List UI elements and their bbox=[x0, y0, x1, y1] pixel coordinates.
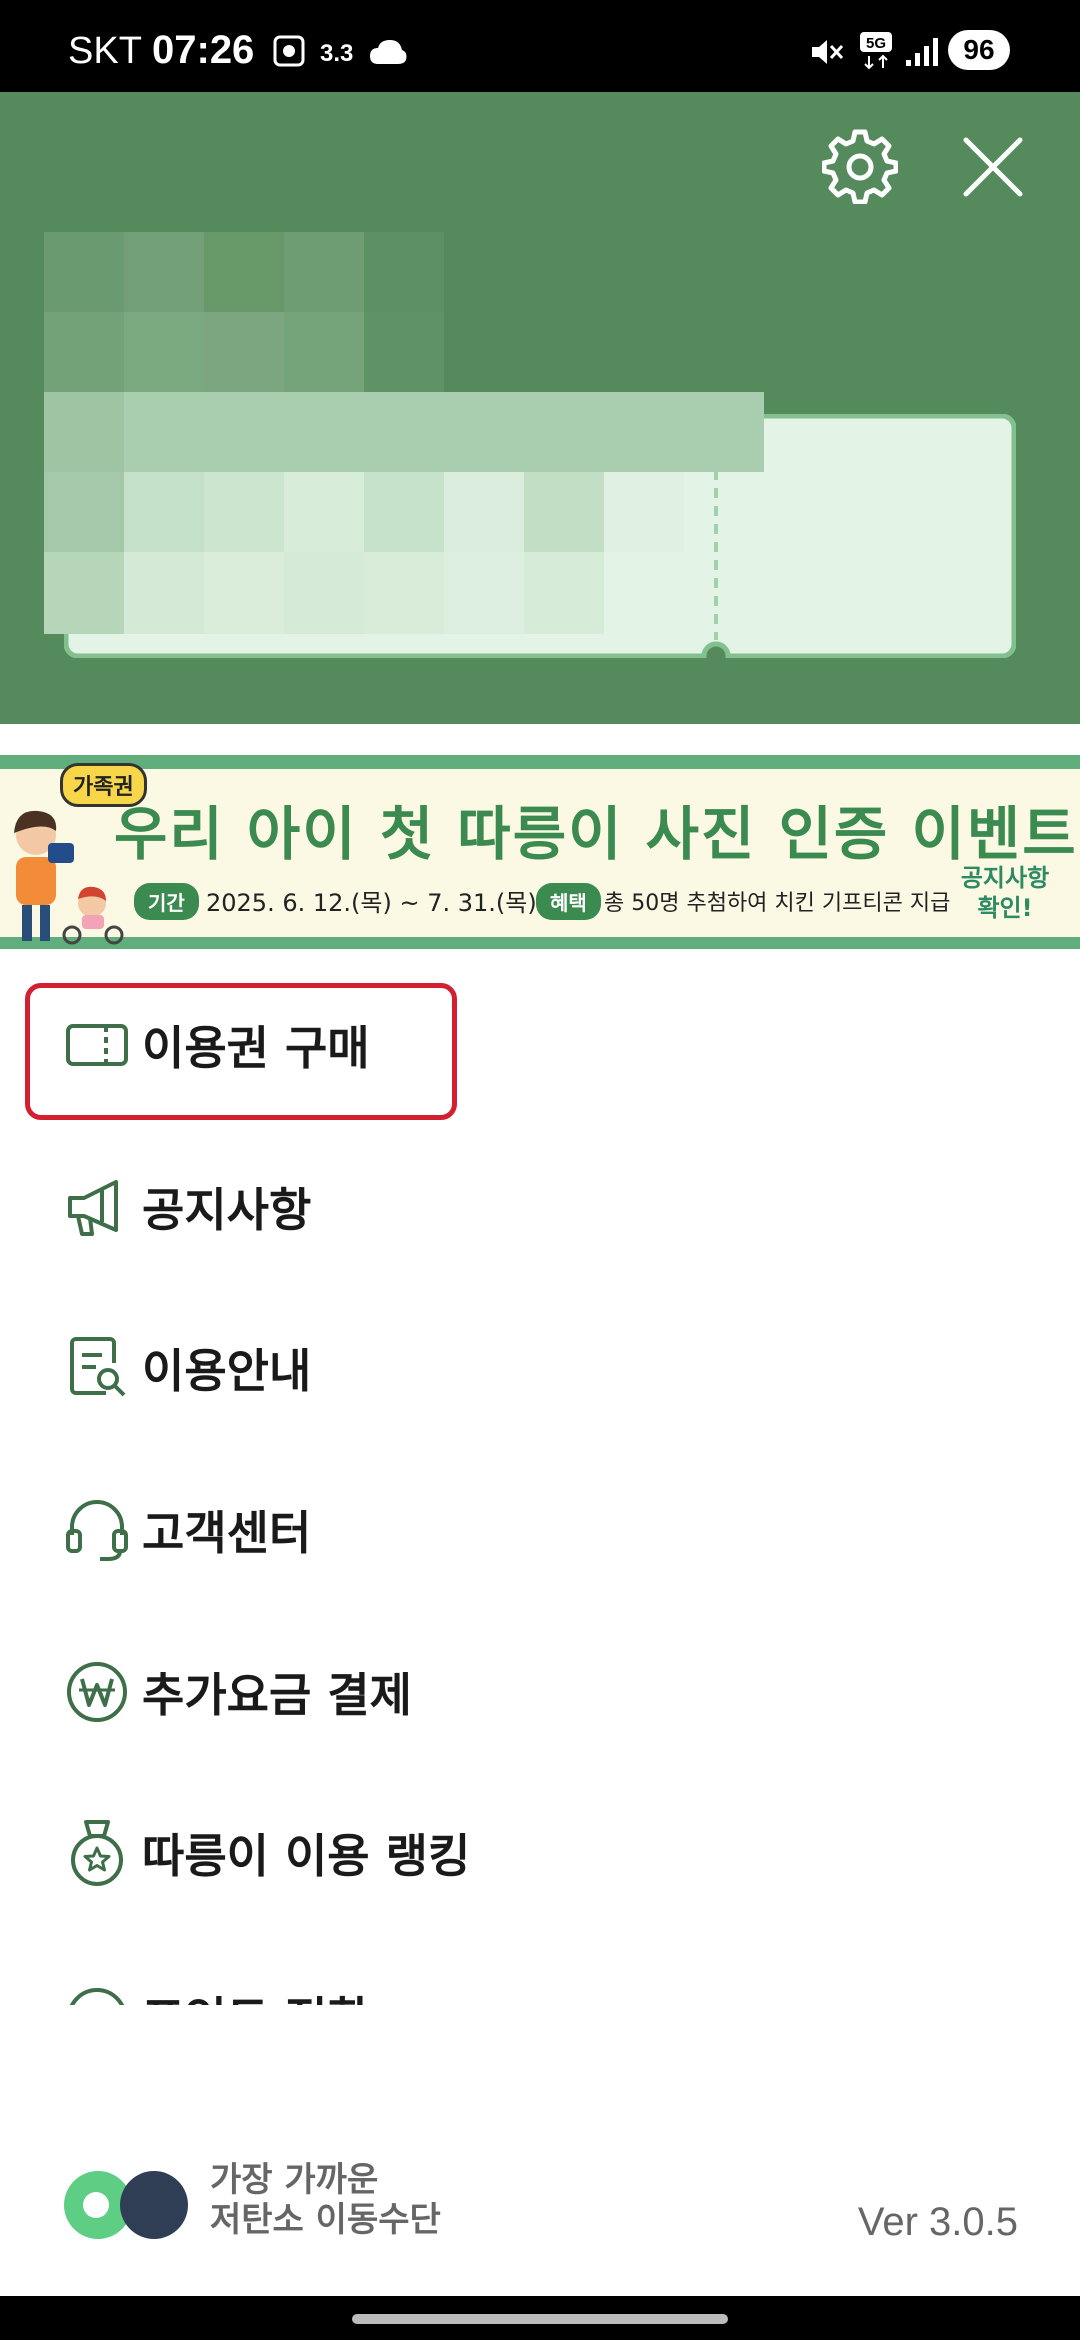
menu-header bbox=[0, 92, 1080, 724]
screenshot-icon bbox=[273, 35, 305, 67]
5g-icon: 5G bbox=[860, 32, 892, 70]
menu-item-point-conversion-clip: 포인트 전환 bbox=[0, 1965, 1080, 2005]
megaphone-icon bbox=[68, 1180, 118, 1236]
battery-indicator: 96 bbox=[948, 30, 1010, 70]
menu-label: 이용안내 bbox=[142, 1344, 312, 1398]
headset-icon bbox=[66, 1500, 128, 1561]
signal-icon bbox=[906, 38, 938, 66]
period-text: 2025. 6. 12.(목) ~ 7. 31.(목) bbox=[206, 889, 537, 917]
menu-item-point-conversion[interactable]: 포인트 전환 bbox=[28, 1965, 1052, 2005]
menu-label: 고객센터 bbox=[142, 1506, 312, 1560]
svg-text:5G: 5G bbox=[866, 35, 886, 52]
slogan-line-1: 가장 가까운 bbox=[210, 2160, 379, 2200]
benefit-text: 총 50명 추첨하여 치킨 기프티콘 지급 bbox=[604, 891, 951, 916]
won-icon bbox=[67, 1662, 127, 1722]
carrier-label: SKT bbox=[68, 30, 142, 72]
system-nav-bar bbox=[0, 2296, 1080, 2340]
family-illustration-icon bbox=[14, 810, 124, 945]
period-label: 기간 bbox=[134, 883, 199, 920]
notice-line-1: 공지사항 bbox=[960, 864, 1050, 892]
notice-line-2: 확인! bbox=[977, 894, 1033, 922]
menu-label: 공지사항 bbox=[142, 1183, 312, 1237]
menu-item-customer-center[interactable]: 고객센터 bbox=[28, 1465, 1052, 1595]
menu-item-extra-payment[interactable]: 추가요금 결제 bbox=[28, 1627, 1052, 1757]
highlight-box bbox=[25, 983, 457, 1120]
mute-icon bbox=[812, 40, 844, 64]
menu-label: 따릉이 이용 랭킹 bbox=[142, 1829, 471, 1883]
menu-item-notice[interactable]: 공지사항 bbox=[28, 1142, 1052, 1272]
gear-icon[interactable] bbox=[822, 128, 898, 204]
cloud-icon bbox=[370, 40, 407, 64]
banner-title: 우리 아이 첫 따릉이 사진 인증 이벤트 bbox=[114, 800, 1078, 868]
menu-label: 포인트 전환 bbox=[142, 1983, 370, 2005]
point-icon bbox=[69, 1988, 125, 2005]
medal-icon bbox=[71, 1820, 123, 1886]
close-icon[interactable] bbox=[958, 132, 1028, 202]
home-handle[interactable] bbox=[352, 2314, 728, 2324]
benefit-label: 혜택 bbox=[536, 883, 601, 920]
menu-item-guide[interactable]: 이용안내 bbox=[28, 1303, 1052, 1433]
slogan-line-2: 저탄소 이동수단 bbox=[210, 2200, 441, 2240]
guide-icon bbox=[70, 1337, 126, 1397]
status-bar: SKT 07:26 3.3 5G 96 bbox=[0, 0, 1080, 92]
footer-slogan: 가장 가까운 저탄소 이동수단 bbox=[210, 2160, 441, 2240]
notice-check-link: 공지사항 확인! bbox=[960, 863, 1050, 923]
ddareungi-logo bbox=[64, 2171, 188, 2239]
menu-item-ranking[interactable]: 따릉이 이용 랭킹 bbox=[28, 1788, 1052, 1918]
network-speed: 3.3 bbox=[320, 40, 354, 67]
clock: 07:26 bbox=[152, 28, 255, 72]
app-version: Ver 3.0.5 bbox=[857, 2200, 1018, 2244]
event-banner[interactable]: 가족권 우리 아이 첫 따릉이 사진 인증 이벤트 기간 2025. 6. 12… bbox=[0, 755, 1080, 949]
menu-label: 추가요금 결제 bbox=[142, 1668, 412, 1722]
